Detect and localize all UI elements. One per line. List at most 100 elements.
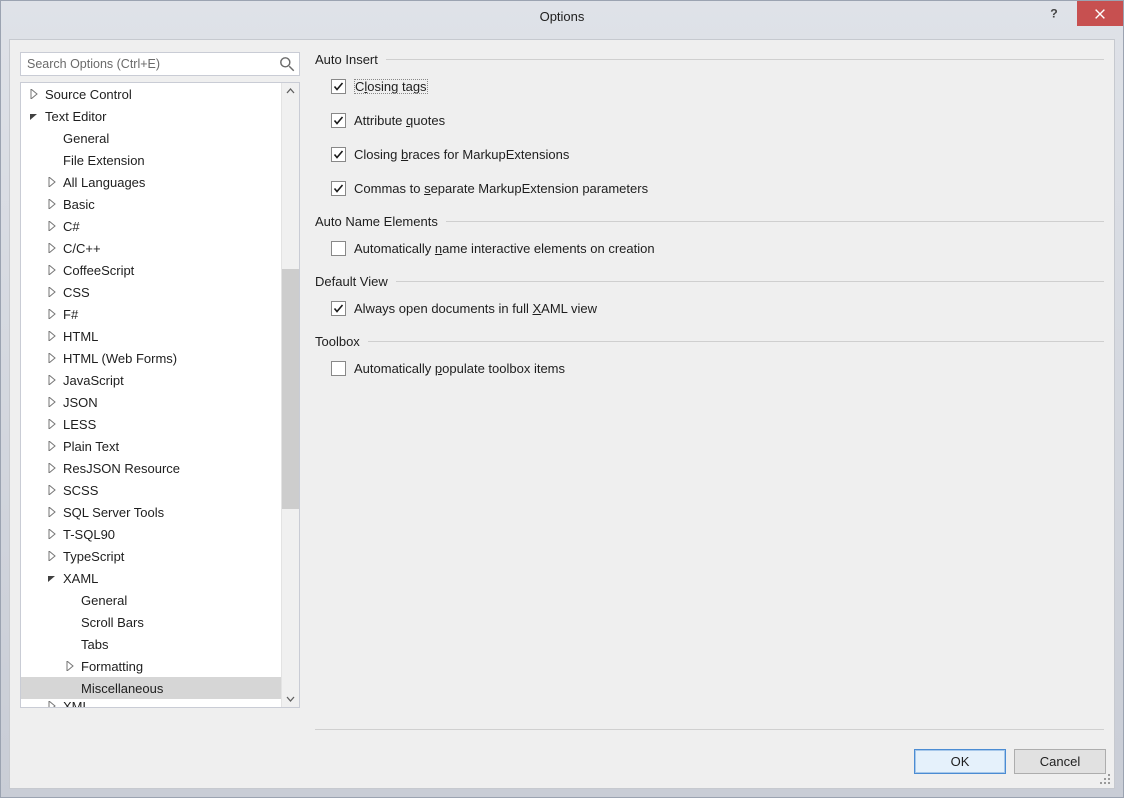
tree-item-scss[interactable]: SCSS <box>21 479 299 501</box>
tree-item-text-editor[interactable]: Text Editor <box>21 105 299 127</box>
help-button[interactable]: ? <box>1031 1 1077 26</box>
tree-item-label: CSS <box>63 285 90 300</box>
tree-item-xml[interactable]: XML <box>21 699 299 708</box>
option-label: Automatically populate toolbox items <box>354 361 565 376</box>
tree-item-c-c-[interactable]: C/C++ <box>21 237 299 259</box>
tree-item-label: File Extension <box>63 153 145 168</box>
expand-icon[interactable] <box>45 439 59 453</box>
option-label: Closing tags <box>354 79 428 94</box>
collapse-icon[interactable] <box>45 571 59 585</box>
option-commas-separate[interactable]: Commas to separate MarkupExtension param… <box>331 178 1104 198</box>
tree-item-miscellaneous[interactable]: Miscellaneous <box>21 677 299 699</box>
tree-item-less[interactable]: LESS <box>21 413 299 435</box>
expand-icon[interactable] <box>45 219 59 233</box>
tree-item-typescript[interactable]: TypeScript <box>21 545 299 567</box>
expand-icon[interactable] <box>45 505 59 519</box>
expand-icon[interactable] <box>45 307 59 321</box>
tree-item-source-control[interactable]: Source Control <box>21 83 299 105</box>
resize-grip-icon[interactable] <box>1098 772 1112 786</box>
tree-item-label: General <box>81 593 127 608</box>
tree-item-formatting[interactable]: Formatting <box>21 655 299 677</box>
checkbox[interactable] <box>331 301 346 316</box>
scroll-down-button[interactable] <box>282 690 299 707</box>
checkbox[interactable] <box>331 361 346 376</box>
scroll-up-button[interactable] <box>282 83 299 100</box>
checkbox[interactable] <box>331 147 346 162</box>
tree-item-c-[interactable]: C# <box>21 215 299 237</box>
tree-scrollbar[interactable] <box>281 83 299 707</box>
option-closing-tags[interactable]: Closing tags <box>331 76 1104 96</box>
option-full-xaml-view[interactable]: Always open documents in full XAML view <box>331 298 1104 318</box>
expand-icon[interactable] <box>45 699 59 708</box>
options-tree[interactable]: Source Control Text Editor General File Ext… <box>20 82 300 708</box>
expand-icon[interactable] <box>45 461 59 475</box>
option-label: Attribute quotes <box>354 113 445 128</box>
group-autoname: Auto Name ElementsAutomatically name int… <box>315 212 1104 258</box>
client-area: Source Control Text Editor General File Ext… <box>9 39 1115 789</box>
tree-item-coffeescript[interactable]: CoffeeScript <box>21 259 299 281</box>
expand-icon[interactable] <box>45 329 59 343</box>
settings-panel: Auto InsertClosing tagsAttribute quotesC… <box>315 48 1104 730</box>
tree-item-plain-text[interactable]: Plain Text <box>21 435 299 457</box>
collapse-icon[interactable] <box>27 109 41 123</box>
tree-item-basic[interactable]: Basic <box>21 193 299 215</box>
cancel-button[interactable]: Cancel <box>1014 749 1106 774</box>
tree-item-json[interactable]: JSON <box>21 391 299 413</box>
tree-item-general[interactable]: General <box>21 127 299 149</box>
expand-icon[interactable] <box>45 527 59 541</box>
tree-item-general[interactable]: General <box>21 589 299 611</box>
tree-item-label: SCSS <box>63 483 98 498</box>
expand-icon[interactable] <box>45 417 59 431</box>
expand-icon[interactable] <box>45 549 59 563</box>
search-input[interactable] <box>21 53 278 75</box>
expand-icon[interactable] <box>45 483 59 497</box>
tree-item-html[interactable]: HTML <box>21 325 299 347</box>
expand-icon[interactable] <box>45 241 59 255</box>
tree-item-tabs[interactable]: Tabs <box>21 633 299 655</box>
titlebar[interactable]: Options ? <box>1 1 1123 32</box>
expand-icon[interactable] <box>45 197 59 211</box>
option-label: Commas to separate MarkupExtension param… <box>354 181 648 196</box>
expand-icon[interactable] <box>45 263 59 277</box>
tree-item-file-extension[interactable]: File Extension <box>21 149 299 171</box>
option-closing-braces[interactable]: Closing braces for MarkupExtensions <box>331 144 1104 164</box>
tree-item-scroll-bars[interactable]: Scroll Bars <box>21 611 299 633</box>
checkbox[interactable] <box>331 79 346 94</box>
expand-icon[interactable] <box>45 285 59 299</box>
tree-item-sql-server-tools[interactable]: SQL Server Tools <box>21 501 299 523</box>
expand-icon[interactable] <box>27 87 41 101</box>
tree-item-label: Text Editor <box>45 109 106 124</box>
option-auto-name[interactable]: Automatically name interactive elements … <box>331 238 1104 258</box>
tree-item-label: XAML <box>63 571 98 586</box>
expand-icon[interactable] <box>63 659 77 673</box>
checkbox[interactable] <box>331 181 346 196</box>
titlebar-title: Options <box>1 1 1123 32</box>
option-populate-toolbox[interactable]: Automatically populate toolbox items <box>331 358 1104 378</box>
tree-item-resjson-resource[interactable]: ResJSON Resource <box>21 457 299 479</box>
option-attribute-quotes[interactable]: Attribute quotes <box>331 110 1104 130</box>
ok-button[interactable]: OK <box>914 749 1006 774</box>
checkbox[interactable] <box>331 113 346 128</box>
tree-item-label: JavaScript <box>63 373 124 388</box>
expand-icon[interactable] <box>45 175 59 189</box>
tree-item-javascript[interactable]: JavaScript <box>21 369 299 391</box>
option-label: Always open documents in full XAML view <box>354 301 597 316</box>
scroll-thumb[interactable] <box>282 269 299 509</box>
expand-icon[interactable] <box>45 351 59 365</box>
search-icon[interactable] <box>278 55 296 73</box>
tree-item-xaml[interactable]: XAML <box>21 567 299 589</box>
tree-item-f-[interactable]: F# <box>21 303 299 325</box>
search-box[interactable] <box>20 52 300 76</box>
separator <box>315 729 1104 730</box>
tree-item-css[interactable]: CSS <box>21 281 299 303</box>
checkbox[interactable] <box>331 241 346 256</box>
close-button[interactable] <box>1077 1 1123 26</box>
expand-icon[interactable] <box>45 373 59 387</box>
tree-item-label: General <box>63 131 109 146</box>
tree-item-label: XML <box>63 699 90 708</box>
tree-item-label: T-SQL90 <box>63 527 115 542</box>
tree-item-t-sql90[interactable]: T-SQL90 <box>21 523 299 545</box>
tree-item-all-languages[interactable]: All Languages <box>21 171 299 193</box>
expand-icon[interactable] <box>45 395 59 409</box>
tree-item-html-web-forms-[interactable]: HTML (Web Forms) <box>21 347 299 369</box>
